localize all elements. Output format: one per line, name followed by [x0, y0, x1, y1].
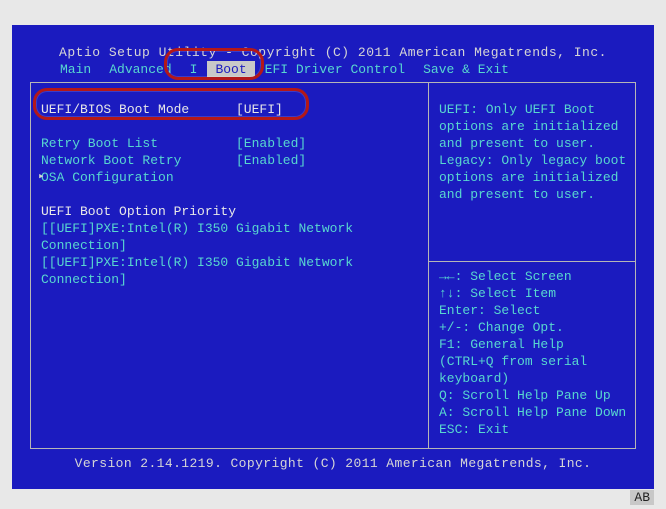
- option-label: UEFI/BIOS Boot Mode: [41, 101, 236, 118]
- key-line: →←: Select Screen: [439, 268, 627, 285]
- key-line: +/-: Change Opt.: [439, 319, 627, 336]
- option-value: [UEFI]: [236, 101, 418, 118]
- key-line: (CTRL+Q from serial: [439, 353, 627, 370]
- uefi-bios-boot-mode[interactable]: UEFI/BIOS Boot Mode [UEFI]: [41, 101, 418, 118]
- menu-save-exit[interactable]: Save & Exit: [415, 61, 517, 78]
- help-pane: UEFI: Only UEFI Boot options are initial…: [429, 83, 635, 448]
- ab-badge: AB: [630, 490, 654, 505]
- key-line: A: Scroll Help Pane Down: [439, 404, 627, 421]
- key-line: ↑↓: Select Item: [439, 285, 627, 302]
- retry-boot-list[interactable]: Retry Boot List [Enabled]: [41, 135, 418, 152]
- option-label: Retry Boot List: [41, 135, 236, 152]
- menu-boot[interactable]: Boot: [207, 61, 254, 78]
- key-line: keyboard): [439, 370, 627, 387]
- option-value: [Enabled]: [236, 135, 418, 152]
- boot-entry[interactable]: [[UEFI]PXE:Intel(R) I350 Gigabit Network…: [41, 220, 418, 254]
- bios-footer: Version 2.14.1219. Copyright (C) 2011 Am…: [12, 456, 654, 471]
- bios-screen: Aptio Setup Utility - Copyright (C) 2011…: [12, 25, 654, 489]
- option-label: OSA Configuration: [41, 169, 236, 186]
- key-line: Enter: Select: [439, 302, 627, 319]
- option-value: [Enabled]: [236, 152, 418, 169]
- help-description: UEFI: Only UEFI Boot options are initial…: [439, 101, 627, 203]
- network-boot-retry[interactable]: Network Boot Retry [Enabled]: [41, 152, 418, 169]
- boot-priority-heading: UEFI Boot Option Priority: [41, 203, 418, 220]
- boot-entry[interactable]: [[UEFI]PXE:Intel(R) I350 Gigabit Network…: [41, 254, 418, 288]
- option-label: Network Boot Retry: [41, 152, 236, 169]
- menu-main[interactable]: Main: [52, 61, 99, 78]
- menu-bar: Main Advanced I Boot EFI Driver Control …: [52, 61, 614, 78]
- settings-pane: UEFI/BIOS Boot Mode [UEFI] Retry Boot Li…: [31, 83, 429, 448]
- menu-truncated[interactable]: I: [182, 61, 206, 78]
- key-line: F1: General Help: [439, 336, 627, 353]
- bios-header: Aptio Setup Utility - Copyright (C) 2011…: [12, 45, 654, 60]
- menu-advanced[interactable]: Advanced: [101, 61, 179, 78]
- main-box: UEFI/BIOS Boot Mode [UEFI] Retry Boot Li…: [30, 82, 636, 449]
- key-bindings: →←: Select Screen ↑↓: Select Item Enter:…: [439, 268, 627, 438]
- key-line: ESC: Exit: [439, 421, 627, 438]
- key-line: Q: Scroll Help Pane Up: [439, 387, 627, 404]
- help-divider: [429, 261, 635, 262]
- submenu-arrow-icon: ▸: [38, 169, 45, 186]
- menu-efi-driver[interactable]: EFI Driver Control: [257, 61, 413, 78]
- osa-configuration[interactable]: ▸ OSA Configuration: [41, 169, 418, 186]
